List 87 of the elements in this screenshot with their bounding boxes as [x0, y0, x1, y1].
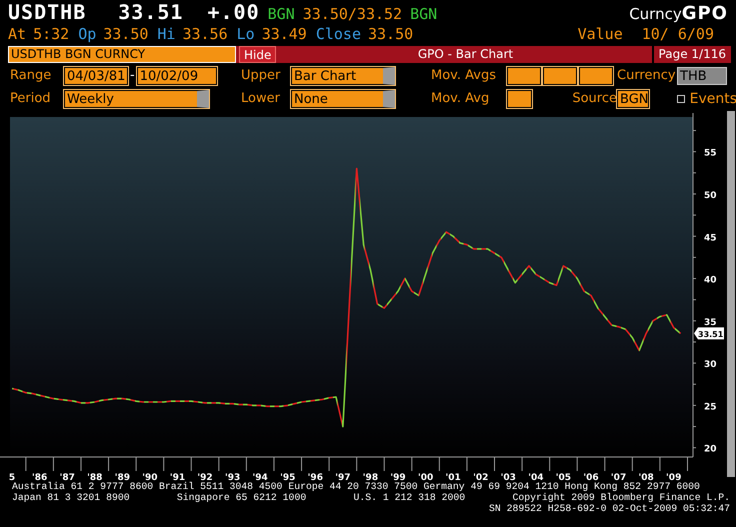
quote-value: 5:32 [33, 25, 70, 43]
field-label: Currency [617, 68, 677, 83]
y-tick-label: 35 [704, 318, 717, 328]
source-code: BGN [410, 5, 438, 23]
x-tick-label: '91 [170, 473, 186, 481]
field-label: Mov. Avgs [431, 68, 497, 83]
footer-text: Copyright 2009 Bloomberg Finance L.P. [512, 492, 730, 503]
x-tick-label: '90 [142, 473, 158, 481]
footer-text: U.S. 1 212 318 2000 [353, 492, 466, 503]
upper-dropdown[interactable]: Bar Chart [291, 66, 395, 84]
x-tick-label: '02 [473, 473, 488, 481]
x-tick-label: '09 [666, 473, 682, 481]
x-tick-label: 5 [8, 473, 16, 481]
quote-value: 33.56 [182, 25, 228, 43]
field-label: Period [10, 91, 52, 106]
y-tick-label: 30 [704, 360, 717, 370]
footer-text: Singapore 65 6212 1000 [176, 492, 306, 503]
moving-average-field[interactable] [543, 66, 577, 84]
x-tick-label: '89 [114, 473, 130, 481]
last-price-marker: 33.51 [694, 327, 724, 340]
market-sector: Curncy [629, 5, 682, 23]
security-field[interactable]: USDTHB BGN CURNCY [8, 46, 236, 63]
events-label: Events [690, 90, 736, 106]
quote-label: Hi [157, 25, 176, 43]
moving-average-field[interactable] [579, 66, 613, 84]
x-tick-label: '99 [390, 473, 406, 481]
value-label: Value [578, 25, 623, 43]
field-label: Mov. Avg [431, 91, 490, 106]
footer-text: Japan 81 3 3201 8900 [12, 492, 130, 503]
x-tick-label: '87 [60, 473, 75, 481]
quote-label: Lo [236, 25, 255, 43]
footer-text: SN 289522 H258-692-0 02-Oct-2009 05:32:47 [488, 503, 730, 514]
y-tick-label: 55 [704, 148, 717, 159]
range-separator: - [130, 68, 135, 83]
y-tick-label: 45 [704, 233, 717, 244]
price: 33.51 [118, 0, 184, 24]
quote-label: At [8, 25, 26, 43]
field-label: Range [10, 68, 52, 83]
source-code: BGN [268, 5, 295, 23]
field-label: Source [572, 91, 617, 106]
quote-label: Op [78, 25, 96, 43]
field-label: Upper [241, 68, 282, 83]
x-tick-label: '95 [280, 473, 296, 481]
quote-value: 33.50 [103, 25, 148, 43]
x-tick-label: '08 [638, 473, 654, 481]
x-tick-label: '86 [32, 473, 48, 481]
x-tick-label: '92 [197, 473, 213, 481]
x-tick-label: '94 [252, 473, 268, 481]
x-tick-label: '93 [224, 473, 240, 481]
quote-value: 33.49 [262, 25, 307, 43]
events-checkbox[interactable] [677, 94, 685, 102]
bid-ask: 33.50/33.52 [302, 5, 402, 23]
quote-value: 33.50 [368, 25, 414, 43]
y-tick-label: 20 [704, 444, 717, 455]
hide-button[interactable]: Hide [239, 46, 276, 63]
field-label: Lower [241, 91, 281, 106]
scrollbar[interactable] [727, 111, 735, 477]
start-date-field[interactable]: 04/03/81 [64, 66, 128, 84]
function-code: GPO [682, 3, 728, 24]
page-indicator: Page 1/116 [652, 46, 731, 63]
x-tick-label: '05 [556, 473, 572, 481]
end-date-field[interactable]: 10/02/09 [136, 66, 217, 84]
y-tick-label: 25 [704, 402, 717, 412]
x-tick-label: '97 [335, 473, 351, 481]
x-tick-label: '03 [500, 473, 516, 481]
source-field[interactable]: BGN [617, 90, 649, 108]
x-tick-label: '04 [528, 473, 544, 481]
y-tick-label: 40 [704, 276, 717, 286]
y-tick-label: 50 [704, 190, 717, 201]
x-tick-label: '07 [610, 473, 626, 481]
moving-average-field[interactable] [507, 90, 532, 108]
ticker: USDTHB [8, 0, 86, 24]
x-tick-label: '01 [446, 473, 461, 481]
x-tick-label: '88 [87, 473, 102, 481]
x-tick-label: '06 [583, 473, 599, 481]
period-dropdown[interactable]: Weekly [64, 90, 209, 108]
x-tick-label: '00 [418, 473, 434, 481]
currency-field[interactable]: THB [677, 66, 727, 84]
footer-text: Australia 61 2 9777 8600 Brazil 5511 3048 4500 Europe 44 20 7330 7500 Germany 49 69 9204 1210 Hong Kong 852 2977 6000 [12, 481, 700, 492]
x-tick-label: '98 [362, 473, 378, 481]
function-title: GPO - Bar Chart [416, 46, 514, 63]
moving-average-field[interactable] [507, 66, 541, 84]
change: +.00 [207, 0, 260, 24]
value-date: 10/ 6/09 [642, 25, 714, 43]
x-tick-label: '96 [308, 473, 323, 481]
lower-dropdown[interactable]: None [291, 90, 395, 108]
quote-label: Close [316, 25, 361, 43]
